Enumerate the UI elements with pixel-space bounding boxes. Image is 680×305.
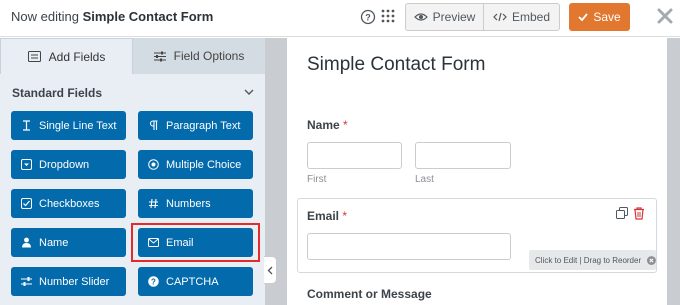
form-name: Simple Contact Form (82, 9, 214, 24)
help-icon[interactable]: ? (360, 9, 376, 25)
edit-drag-hint: Click to Edit | Drag to Reorder (529, 250, 656, 270)
field-number-slider-button[interactable]: Number Slider (11, 267, 126, 296)
save-label: Save (593, 10, 621, 24)
collapse-panel-toggle[interactable] (264, 256, 277, 284)
field-single-line-text-button[interactable]: Single Line Text (11, 111, 126, 140)
name-field-label: Name * (307, 118, 348, 132)
field-label: Multiple Choice (166, 158, 242, 171)
edit-hint-text: Click to Edit | Drag to Reorder (535, 255, 642, 265)
field-checkboxes-button[interactable]: Checkboxes (11, 189, 126, 218)
last-name-input[interactable] (415, 142, 511, 169)
field-label: Numbers (166, 197, 211, 210)
field-numbers-button[interactable]: Numbers (138, 189, 253, 218)
field-label: Name (39, 236, 69, 249)
required-mark: * (343, 118, 348, 132)
eye-icon (413, 13, 428, 21)
first-name-input[interactable] (307, 142, 402, 169)
preview-button[interactable]: Preview (406, 4, 484, 30)
editing-title: Now editing Simple Contact Form (11, 9, 213, 24)
sliders-icon (153, 51, 166, 61)
comment-field-label: Comment or Message (307, 287, 432, 301)
standard-fields-heading: Standard Fields (12, 86, 103, 100)
embed-button[interactable]: Embed (484, 4, 559, 30)
field-captcha-button[interactable]: ? CAPTCHA (138, 267, 253, 296)
name-label-text: Name (307, 118, 340, 132)
list-icon (27, 51, 41, 62)
field-label: Single Line Text (39, 119, 117, 132)
close-hint-icon[interactable] (647, 255, 656, 265)
slider-icon (21, 276, 32, 287)
email-field-label: Email * (307, 209, 347, 223)
question-circle-icon: ? (148, 276, 159, 287)
save-button[interactable]: Save (569, 3, 630, 31)
user-icon (21, 237, 32, 248)
preview-label: Preview (432, 10, 476, 24)
code-icon (493, 12, 507, 22)
tab-field-options[interactable]: Field Options (133, 38, 265, 74)
top-bar: Now editing Simple Contact Form ? Previe… (0, 0, 680, 37)
field-label: Dropdown (39, 158, 90, 171)
email-input[interactable] (307, 233, 511, 260)
editing-prefix: Now editing (11, 9, 79, 24)
text-cursor-icon (21, 120, 32, 131)
tab-add-fields-label: Add Fields (48, 49, 106, 64)
chevron-down-icon[interactable] (243, 87, 255, 97)
embed-label: Embed (511, 10, 551, 24)
paragraph-icon (148, 120, 159, 131)
fields-panel: Add Fields Field Options Standard Fields… (0, 38, 265, 305)
svg-text:?: ? (151, 278, 156, 287)
trash-icon[interactable] (633, 207, 645, 220)
form-title: Simple Contact Form (307, 54, 486, 75)
last-sublabel: Last (415, 174, 434, 185)
tab-add-fields[interactable]: Add Fields (0, 38, 133, 74)
field-dropdown-button[interactable]: Dropdown (11, 150, 126, 179)
check-icon (578, 13, 589, 22)
chevron-left-icon (267, 266, 273, 274)
svg-text:?: ? (365, 13, 371, 23)
field-label: Number Slider (39, 275, 110, 288)
duplicate-icon[interactable] (616, 207, 628, 219)
close-icon[interactable] (655, 6, 675, 26)
field-label: Checkboxes (39, 197, 100, 210)
first-sublabel: First (307, 174, 327, 185)
field-multiple-choice-button[interactable]: Multiple Choice (138, 150, 253, 179)
email-label-text: Email (307, 209, 340, 223)
panel-tabs: Add Fields Field Options (0, 38, 265, 74)
email-highlight-box (131, 223, 260, 262)
radio-icon (148, 159, 159, 170)
field-label: Paragraph Text (166, 119, 241, 132)
required-mark: * (342, 209, 348, 223)
dropdown-icon (21, 159, 32, 170)
grid-icon[interactable] (381, 9, 395, 23)
preview-embed-group: Preview Embed (405, 3, 560, 31)
checkbox-icon (21, 198, 32, 209)
field-name-button[interactable]: Name (11, 228, 126, 257)
hash-icon (148, 198, 159, 209)
field-paragraph-text-button[interactable]: Paragraph Text (138, 111, 253, 140)
tab-field-options-label: Field Options (173, 49, 245, 63)
field-label: CAPTCHA (166, 275, 219, 288)
